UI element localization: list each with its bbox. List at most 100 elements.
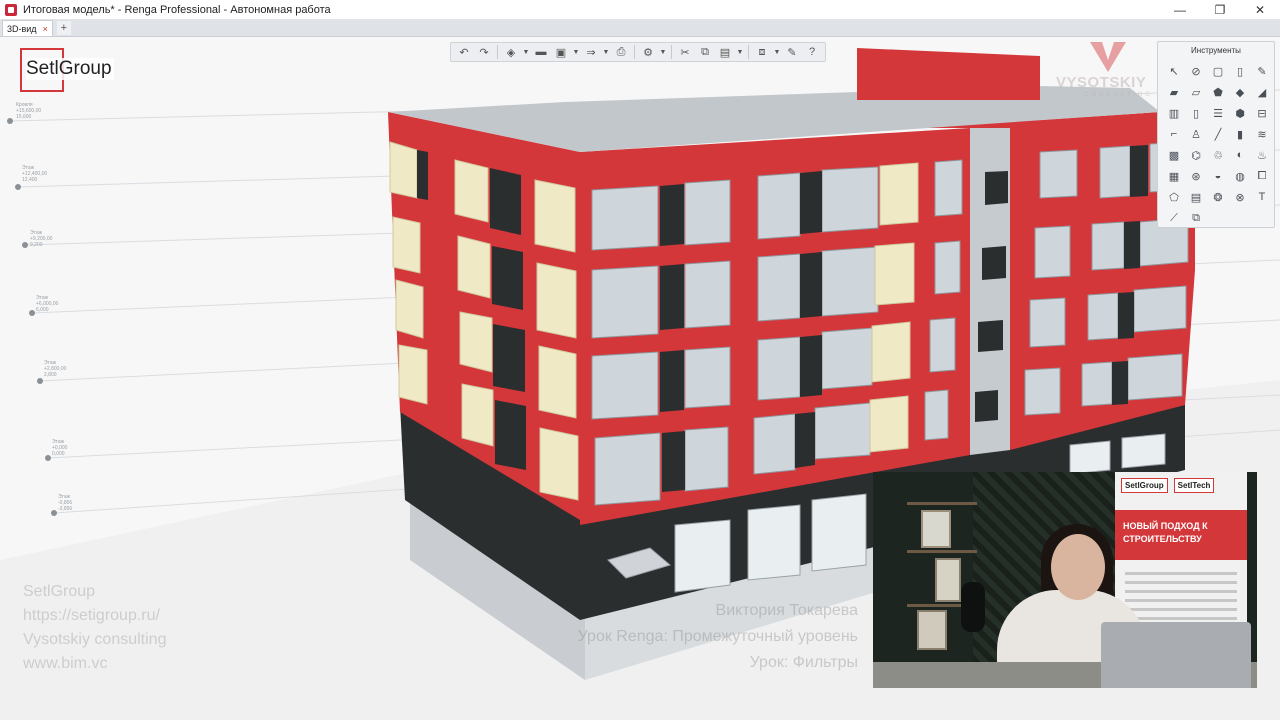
- shelf: [907, 502, 977, 505]
- renga-app-icon: [5, 3, 17, 16]
- window-tool-icon[interactable]: ▥: [1165, 104, 1183, 122]
- room-tool-icon[interactable]: ▢: [1209, 62, 1227, 80]
- level-label-basement: Этаж -0,856 -3,856: [58, 494, 73, 512]
- copy-icon[interactable]: ⧉: [696, 44, 714, 60]
- select-tool-icon[interactable]: ↖: [1165, 62, 1183, 80]
- vysotskiy-logo-subtext: CONSULTING: [1084, 92, 1153, 98]
- redo-icon[interactable]: ↷: [475, 44, 493, 60]
- pencil-tool-icon[interactable]: ✎: [1253, 62, 1271, 80]
- beam-tool-icon[interactable]: ◆: [1231, 83, 1249, 101]
- vysotskiy-logo-text: VYSOTSKIY: [1056, 74, 1147, 91]
- valve-tool-icon[interactable]: ♲: [1209, 146, 1227, 164]
- setlgroup-logo: SetlGroup: [20, 48, 130, 94]
- window-titlebar: Итоговая модель* - Renga Professional - …: [0, 0, 1280, 20]
- maximize-button[interactable]: ❐: [1200, 0, 1240, 20]
- detail-tool-icon[interactable]: ▮: [1231, 125, 1249, 143]
- undo-icon[interactable]: ↶: [455, 44, 473, 60]
- tools-panel-title: Инструменты: [1191, 46, 1241, 55]
- chevron-down-icon[interactable]: ▼: [522, 44, 530, 60]
- chevron-down-icon[interactable]: ▼: [572, 44, 580, 60]
- vysotskiy-logo: VYSOTSKIY CONSULTING: [1056, 40, 1166, 110]
- certificate-frame: [935, 558, 961, 602]
- element-tool-icon[interactable]: ▩: [1165, 146, 1183, 164]
- minimize-button[interactable]: —: [1160, 0, 1200, 20]
- duct-tool-icon[interactable]: ≋: [1253, 125, 1271, 143]
- level-label-1: Этаж +0,000 0,000: [52, 439, 68, 457]
- toolbar-divider: [634, 45, 635, 59]
- watermark-line: https://setigroup.ru/: [23, 607, 160, 624]
- axis-tool-icon[interactable]: ⊘: [1187, 62, 1205, 80]
- node-tool-icon[interactable]: ❂: [1209, 188, 1227, 206]
- paste-icon[interactable]: ▤: [716, 44, 734, 60]
- assembly-tool-icon[interactable]: ⧉: [1187, 209, 1205, 227]
- open-icon[interactable]: ▬: [532, 44, 550, 60]
- watermark-line: Виктория Токарева: [715, 602, 858, 619]
- slab-tool-icon[interactable]: ▱: [1187, 83, 1205, 101]
- fitting-tool-icon[interactable]: ⌬: [1187, 146, 1205, 164]
- equipment-tool-icon[interactable]: ♙: [1187, 125, 1205, 143]
- level-label-3: Этаж +6,000,00 6,000: [36, 295, 59, 313]
- box-tool-icon[interactable]: ⧠: [1253, 167, 1271, 185]
- certificate-frame: [921, 510, 951, 548]
- help-icon[interactable]: ?: [803, 44, 821, 60]
- railing-tool-icon[interactable]: ⊟: [1253, 104, 1271, 122]
- wall-tool-icon[interactable]: ▰: [1165, 83, 1183, 101]
- door-tool-icon[interactable]: ▯: [1187, 104, 1205, 122]
- watermark-left: SetlGroup https://setigroup.ru/ Vysotski…: [23, 580, 166, 676]
- chevron-down-icon[interactable]: ▼: [736, 44, 744, 60]
- window-title: Итоговая модель* - Renga Professional - …: [23, 3, 331, 16]
- roof-tool-icon[interactable]: ⬟: [1209, 83, 1227, 101]
- certificate-frame: [917, 610, 947, 650]
- fixture-tool-icon[interactable]: ◐: [1231, 146, 1249, 164]
- text-tool-icon[interactable]: T: [1253, 188, 1271, 206]
- toolbar-divider: [748, 45, 749, 59]
- lamp-tool-icon[interactable]: ◒: [1209, 167, 1227, 185]
- reinforcement-tool-icon[interactable]: ⟋: [1165, 209, 1183, 227]
- watermark-right: Виктория Токарева Урок Renga: Промежуточ…: [578, 598, 858, 676]
- presenter-head: [1051, 534, 1105, 600]
- watermark-line: Урок: Фильтры: [749, 654, 858, 671]
- toolbar-divider: [497, 45, 498, 59]
- close-button[interactable]: ✕: [1240, 0, 1280, 20]
- setlgroup-logo-text: SetlGroup: [26, 58, 114, 80]
- cube-view-icon[interactable]: ◈: [502, 44, 520, 60]
- wrench-icon[interactable]: ✎: [783, 44, 801, 60]
- stair-tool-icon[interactable]: ☰: [1209, 104, 1227, 122]
- watermark-line: www.bim.vc: [23, 655, 108, 672]
- line-tool-icon[interactable]: ╱: [1209, 125, 1227, 143]
- banner-logo-setlgroup: SetlGroup: [1121, 478, 1168, 493]
- column-tool-icon[interactable]: ▯: [1231, 62, 1249, 80]
- tab-close-icon[interactable]: ×: [43, 24, 48, 34]
- terminal-tool-icon[interactable]: ⊛: [1187, 167, 1205, 185]
- level-label-roof: Кровля +15,600,00 15,600: [16, 102, 42, 120]
- chevron-down-icon[interactable]: ▼: [659, 44, 667, 60]
- export-icon[interactable]: ⇒: [582, 44, 600, 60]
- print-icon[interactable]: ⎙: [612, 44, 630, 60]
- chevron-down-icon[interactable]: ▼: [773, 44, 781, 60]
- tap-tool-icon[interactable]: ◍: [1231, 167, 1249, 185]
- object-tool-icon[interactable]: ⬢: [1231, 104, 1249, 122]
- chevron-down-icon[interactable]: ▼: [602, 44, 610, 60]
- toolbar-divider: [671, 45, 672, 59]
- shelf: [907, 550, 977, 553]
- tab-3d-view[interactable]: 3D-вид ×: [2, 20, 53, 36]
- plate-tool-icon[interactable]: ▦: [1165, 167, 1183, 185]
- watermark-line: Урок Renga: Промежуточный уровень: [577, 628, 858, 645]
- tools-grid: ↖ ⊘ ▢ ▯ ✎ ▰ ▱ ⬟ ◆ ◢ ▥ ▯ ☰ ⬢ ⊟ ⌐ ♙ ╱ ▮ ≋ ▩ ⌬ ♲ ◐ ♨ ▦ ⊛ ◒ ◍ ⧠ ⬠ ▤ ❂ ⊗ T ⟋ ⧉: [1165, 62, 1271, 227]
- tab-label: 3D-вид: [7, 23, 37, 34]
- add-tab-button[interactable]: +: [56, 21, 71, 35]
- vent-tool-icon[interactable]: ♨: [1253, 146, 1271, 164]
- grid-tool-icon[interactable]: ▤: [1187, 188, 1205, 206]
- ramp-tool-icon[interactable]: ◢: [1253, 83, 1271, 101]
- microphone: [961, 582, 985, 632]
- pipe-tool-icon[interactable]: ⌐: [1165, 125, 1183, 143]
- vysotskiy-v-icon: [1090, 42, 1126, 72]
- layers-icon[interactable]: ⧈: [753, 44, 771, 60]
- settings-icon[interactable]: ⚙: [639, 44, 657, 60]
- shape-tool-icon[interactable]: ⬠: [1165, 188, 1183, 206]
- banner-logo-setltech: SetlTech: [1173, 478, 1215, 493]
- dimension-tool-icon[interactable]: ⊗: [1231, 188, 1249, 206]
- save-icon[interactable]: ▣: [552, 44, 570, 60]
- view-toolbar: ↶ ↷ ◈ ▼ ▬ ▣ ▼ ⇒ ▼ ⎙ ⚙ ▼ ✂ ⧉ ▤ ▼ ⧈ ▼ ✎ ?: [450, 42, 826, 62]
- cut-icon[interactable]: ✂: [676, 44, 694, 60]
